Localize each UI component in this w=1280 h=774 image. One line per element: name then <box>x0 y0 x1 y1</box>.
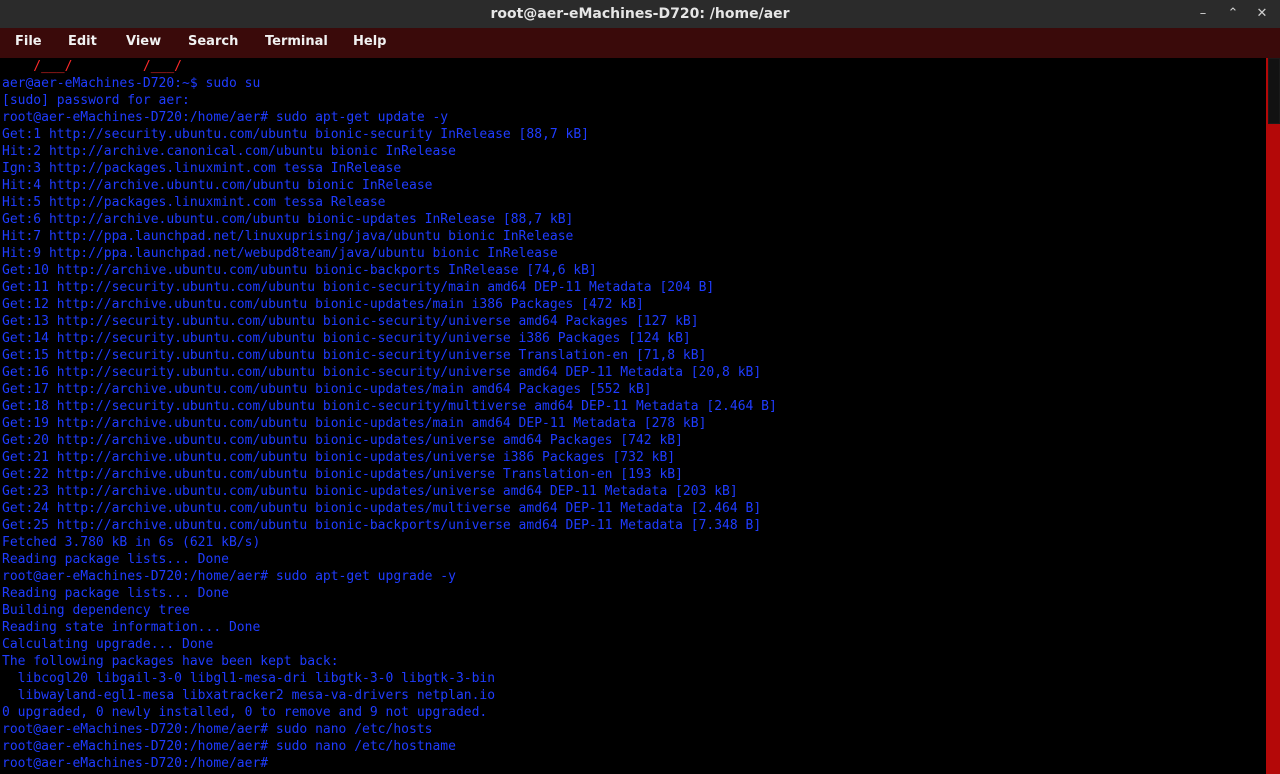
terminal-prompt-line: root@aer-eMachines-D720:/home/aer# <box>2 756 276 771</box>
terminal-line: Get:18 http://security.ubuntu.com/ubuntu… <box>2 399 777 414</box>
terminal-line: Get:22 http://archive.ubuntu.com/ubuntu … <box>2 467 683 482</box>
terminal-output[interactable]: /___/ /___/ aer@aer-eMachines-D720:~$ sud… <box>0 58 1266 774</box>
terminal-line: Get:11 http://security.ubuntu.com/ubuntu… <box>2 280 715 295</box>
terminal-line: Calculating upgrade... Done <box>2 637 214 652</box>
terminal-line: Hit:5 http://packages.linuxmint.com tess… <box>2 195 386 210</box>
terminal-line: Reading state information... Done <box>2 620 261 635</box>
terminal-line: Get:23 http://archive.ubuntu.com/ubuntu … <box>2 484 738 499</box>
terminal-line: root@aer-eMachines-D720:/home/aer# sudo … <box>2 739 456 754</box>
menu-bar: File Edit View Search Terminal Help <box>0 28 1280 59</box>
scrollbar-track[interactable] <box>1266 58 1280 774</box>
menu-view[interactable]: View <box>124 28 163 56</box>
terminal-line: [sudo] password for aer: <box>2 93 190 108</box>
terminal-line: Fetched 3.780 kB in 6s (621 kB/s) <box>2 535 261 550</box>
terminal-line: Get:1 http://security.ubuntu.com/ubuntu … <box>2 127 589 142</box>
minimize-icon[interactable]: – <box>1193 4 1213 24</box>
window-title: root@aer-eMachines-D720: /home/aer <box>490 6 790 22</box>
terminal-line: Get:12 http://archive.ubuntu.com/ubuntu … <box>2 297 644 312</box>
terminal-line: Hit:2 http://archive.canonical.com/ubunt… <box>2 144 456 159</box>
title-bar[interactable]: root@aer-eMachines-D720: /home/aer – ⌃ ✕ <box>0 0 1280 28</box>
terminal-line: Get:16 http://security.ubuntu.com/ubuntu… <box>2 365 762 380</box>
terminal-line: /___/ /___/ <box>2 59 183 74</box>
menu-file[interactable]: File <box>13 28 44 56</box>
terminal-line: The following packages have been kept ba… <box>2 654 339 669</box>
terminal-line: Get:10 http://archive.ubuntu.com/ubuntu … <box>2 263 597 278</box>
terminal-line: Reading package lists... Done <box>2 552 229 567</box>
terminal-line: Get:24 http://archive.ubuntu.com/ubuntu … <box>2 501 762 516</box>
terminal-line: 0 upgraded, 0 newly installed, 0 to remo… <box>2 705 488 720</box>
menu-edit[interactable]: Edit <box>66 28 99 56</box>
menu-help[interactable]: Help <box>351 28 388 56</box>
terminal-line: Get:13 http://security.ubuntu.com/ubuntu… <box>2 314 699 329</box>
maximize-icon[interactable]: ⌃ <box>1223 4 1243 24</box>
terminal-line: Get:15 http://security.ubuntu.com/ubuntu… <box>2 348 707 363</box>
terminal-line: Get:21 http://archive.ubuntu.com/ubuntu … <box>2 450 676 465</box>
terminal-line: Get:25 http://archive.ubuntu.com/ubuntu … <box>2 518 762 533</box>
terminal-line: libwayland-egl1-mesa libxatracker2 mesa-… <box>2 688 496 703</box>
terminal-line: Reading package lists... Done <box>2 586 229 601</box>
scrollbar-thumb[interactable] <box>1268 58 1280 124</box>
terminal-line: libcogl20 libgail-3-0 libgl1-mesa-dri li… <box>2 671 496 686</box>
terminal-line: root@aer-eMachines-D720:/home/aer# sudo … <box>2 110 449 125</box>
terminal-line: Get:14 http://security.ubuntu.com/ubuntu… <box>2 331 691 346</box>
menu-search[interactable]: Search <box>186 28 240 56</box>
terminal-line: Hit:4 http://archive.ubuntu.com/ubuntu b… <box>2 178 433 193</box>
terminal-line: Get:6 http://archive.ubuntu.com/ubuntu b… <box>2 212 574 227</box>
terminal-line: aer@aer-eMachines-D720:~$ sudo su <box>2 76 261 91</box>
terminal-line: root@aer-eMachines-D720:/home/aer# sudo … <box>2 569 456 584</box>
terminal-line: Hit:9 http://ppa.launchpad.net/webupd8te… <box>2 246 558 261</box>
menu-terminal[interactable]: Terminal <box>263 28 330 56</box>
terminal-line: root@aer-eMachines-D720:/home/aer# sudo … <box>2 722 433 737</box>
close-icon[interactable]: ✕ <box>1252 4 1272 24</box>
terminal-line: Ign:3 http://packages.linuxmint.com tess… <box>2 161 402 176</box>
terminal-line: Get:17 http://archive.ubuntu.com/ubuntu … <box>2 382 652 397</box>
terminal-line: Hit:7 http://ppa.launchpad.net/linuxupri… <box>2 229 574 244</box>
terminal-line: Building dependency tree <box>2 603 190 618</box>
terminal-line: Get:20 http://archive.ubuntu.com/ubuntu … <box>2 433 683 448</box>
terminal-line: Get:19 http://archive.ubuntu.com/ubuntu … <box>2 416 707 431</box>
